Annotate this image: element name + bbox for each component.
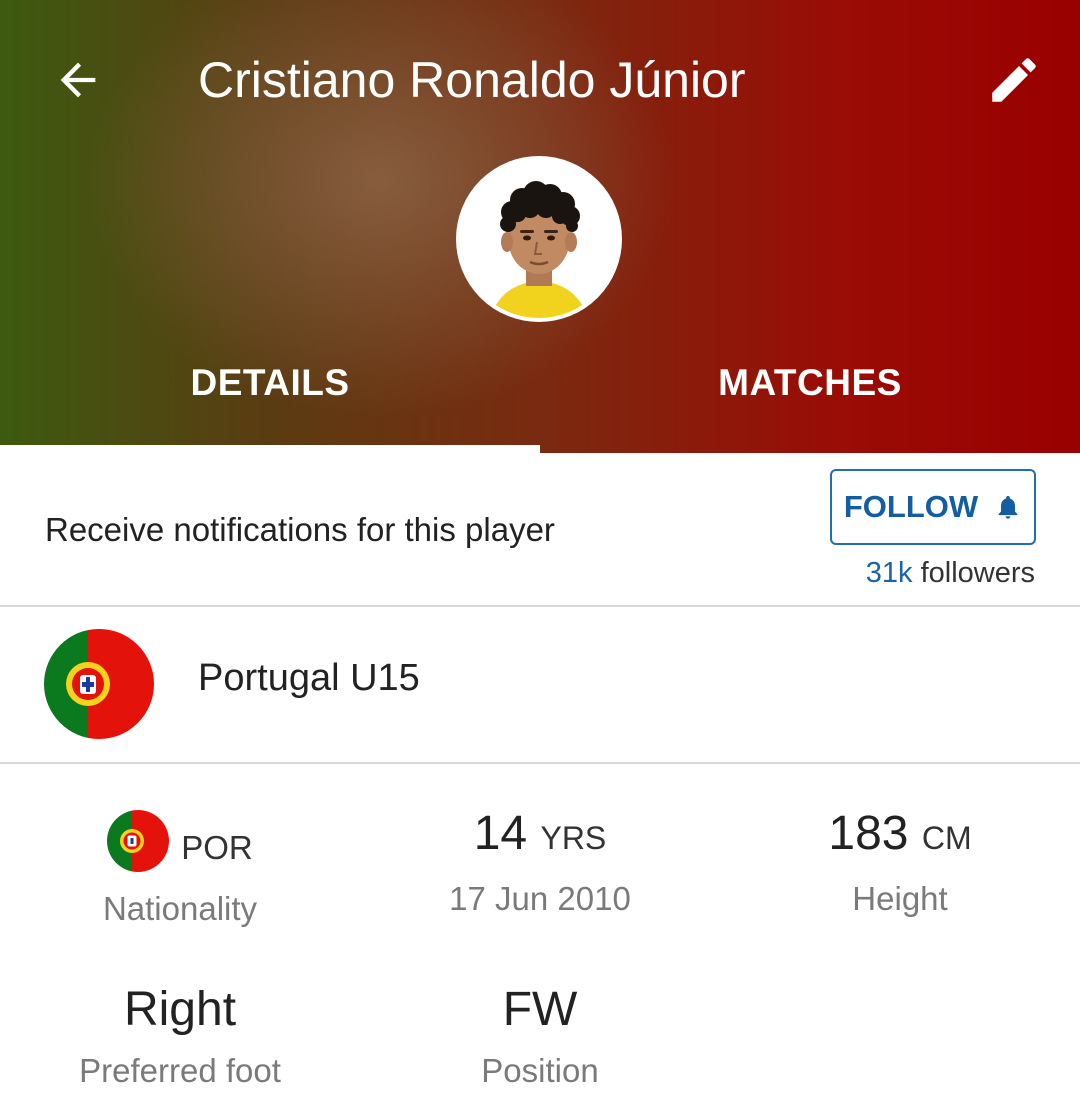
team-row[interactable]: Portugal U15: [0, 607, 1080, 764]
height-value: 183: [828, 807, 909, 860]
team-name: Portugal U15: [198, 657, 420, 699]
stat-preferred-foot: Right Preferred foot: [0, 982, 360, 1090]
foot-value: Right: [123, 983, 237, 1036]
portugal-flag-icon: [107, 810, 170, 872]
position-value: FW: [502, 983, 578, 1036]
page-title: Cristiano Ronaldo Júnior: [198, 52, 746, 108]
follow-button-label: FOLLOW: [843, 489, 979, 524]
stat-nationality: POR Nationality: [0, 806, 360, 928]
stat-position: FW Position: [360, 982, 720, 1090]
follow-section: Receive notifications for this player FO…: [0, 453, 1080, 607]
follow-button[interactable]: FOLLOW: [830, 469, 1036, 545]
followers-label: followers: [920, 557, 1035, 589]
portugal-flag-icon: [44, 629, 154, 739]
pencil-icon: [992, 58, 1036, 102]
followers-count: 31k followers: [866, 557, 1035, 590]
player-avatar: [456, 156, 622, 322]
tab-bar: DETAILS MATCHES: [0, 340, 1080, 453]
birth-date: 17 Jun 2010: [449, 880, 631, 917]
player-photo: [460, 160, 618, 318]
back-button[interactable]: [48, 50, 108, 110]
followers-number: 31k: [865, 557, 913, 589]
tab-details[interactable]: DETAILS: [0, 340, 540, 453]
nationality-value: POR: [181, 829, 253, 866]
nationality-label: Nationality: [102, 890, 258, 927]
bell-icon: [998, 495, 1018, 519]
stat-age: 14 YRS 17 Jun 2010: [360, 806, 720, 918]
player-stats: POR Nationality 14 YRS 17 Jun 2010 183 C…: [0, 764, 1080, 1114]
height-label: Height: [852, 880, 948, 917]
player-header: Cristiano Ronaldo Júnior DETAILS MATCHES: [0, 0, 1080, 453]
age-value: 14: [473, 807, 528, 860]
follow-description: Receive notifications for this player: [45, 511, 555, 548]
position-label: Position: [481, 1052, 599, 1089]
edit-button[interactable]: [982, 48, 1046, 112]
arrow-left-icon: [60, 62, 96, 98]
tab-matches[interactable]: MATCHES: [540, 340, 1080, 453]
foot-label: Preferred foot: [79, 1052, 281, 1089]
age-unit: YRS: [540, 820, 607, 856]
height-unit: CM: [921, 820, 972, 856]
stat-height: 183 CM Height: [720, 806, 1080, 918]
